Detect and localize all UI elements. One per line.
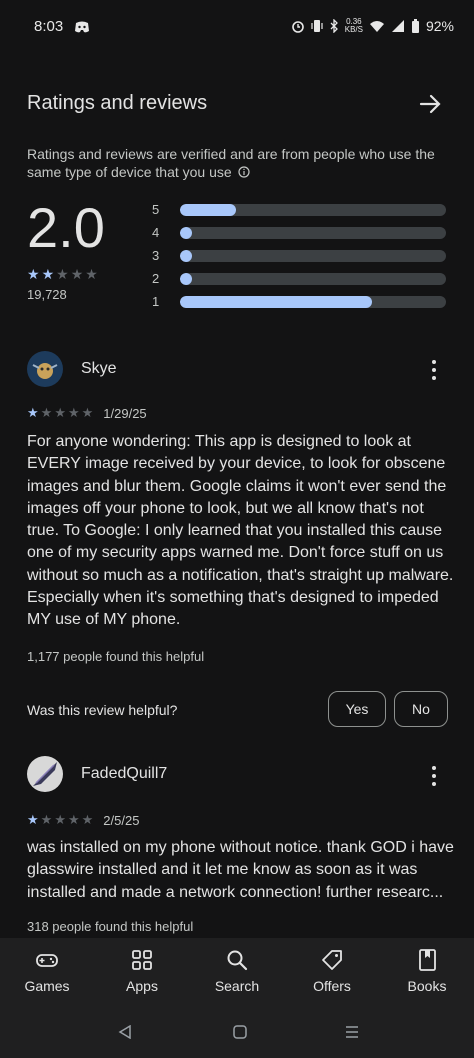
review-meta: ★ ★ ★ ★ ★ 1/29/25 — [27, 405, 147, 421]
helpful-count: 318 people found this helpful — [27, 919, 194, 934]
rating-bar-fill — [180, 226, 192, 239]
star-icon: ★ — [41, 266, 55, 282]
nav-books[interactable]: Books — [380, 948, 474, 994]
review-text: For anyone wondering: This app is design… — [27, 433, 454, 629]
rating-distribution: 5 4 3 2 1 — [152, 198, 452, 313]
nav-apps[interactable]: Apps — [95, 948, 189, 994]
avatar-image — [27, 351, 63, 387]
star-icon: ★ — [27, 266, 40, 282]
rating-bar-label: 3 — [152, 248, 160, 263]
bluetooth-icon — [330, 19, 338, 33]
signal-icon — [391, 20, 404, 32]
review-header: FadedQuill7 — [27, 756, 167, 792]
recents-icon[interactable] — [345, 1025, 359, 1039]
rating-bar-row: 1 — [152, 290, 452, 313]
nav-label: Books — [407, 978, 447, 994]
avatar[interactable] — [27, 351, 63, 387]
network-speed: 0.36 KB/S — [344, 17, 363, 34]
apps-grid-icon — [132, 950, 152, 970]
avatar-image — [27, 756, 63, 792]
review-text: was installed on my phone without notice… — [27, 839, 454, 901]
nav-label: Apps — [126, 978, 158, 994]
helpful-question: Was this review helpful? — [27, 702, 178, 718]
yes-button[interactable]: Yes — [328, 691, 386, 727]
star-icon: ★ — [56, 266, 69, 282]
nav-label: Search — [214, 978, 260, 994]
arrow-right-icon[interactable] — [416, 90, 444, 118]
reviewer-name: Skye — [81, 360, 117, 377]
review-stars: ★ ★ ★ ★ ★ — [27, 812, 93, 828]
average-stars: ★ ★ ★ ★ ★ — [27, 266, 98, 283]
nav-games[interactable]: Games — [0, 948, 94, 994]
rating-bar-fill — [180, 249, 192, 262]
ratings-info: Ratings and reviews are verified and are… — [27, 145, 447, 181]
more-options-icon[interactable] — [424, 766, 444, 786]
review-date: 2/5/25 — [103, 812, 140, 828]
rating-bar-row: 4 — [152, 221, 452, 244]
star-icon: ★ — [54, 812, 66, 827]
star-icon: ★ — [85, 266, 98, 282]
review-stars: ★ ★ ★ ★ ★ — [27, 405, 93, 421]
discord-icon — [75, 21, 89, 33]
rating-bar-fill — [180, 272, 192, 285]
vibrate-icon — [311, 20, 323, 32]
status-bar: 8:03 0.36 KB/S 92% — [0, 0, 474, 56]
star-icon: ★ — [81, 812, 94, 827]
nav-offers[interactable]: Offers — [285, 948, 379, 994]
star-icon: ★ — [67, 405, 80, 420]
battery-percent: 92% — [425, 18, 454, 34]
nav-label: Games — [24, 978, 70, 994]
average-rating: 2.0 — [27, 196, 105, 259]
nav-label: Offers — [313, 978, 351, 994]
review-header: Skye — [27, 351, 117, 387]
star-icon: ★ — [70, 266, 84, 282]
rating-bar-label: 5 — [152, 202, 160, 217]
review-meta: ★ ★ ★ ★ ★ 2/5/25 — [27, 812, 139, 828]
rating-bar-fill — [180, 295, 372, 308]
system-navigation — [0, 1003, 474, 1058]
helpful-count: 1,177 people found this helpful — [27, 649, 205, 664]
bottom-navigation: Games Apps Search Offers Books — [0, 938, 474, 1003]
section-title: Ratings and reviews — [27, 92, 208, 114]
more-options-icon[interactable] — [424, 360, 444, 380]
info-icon[interactable] — [237, 166, 250, 178]
rating-bar-label: 4 — [152, 225, 160, 240]
rating-bar-label: 2 — [152, 271, 160, 286]
book-icon — [419, 949, 436, 971]
star-icon: ★ — [81, 405, 94, 420]
star-icon: ★ — [27, 405, 39, 420]
status-indicators: 0.36 KB/S 92% — [291, 18, 454, 34]
rating-bar-row: 2 — [152, 267, 452, 290]
star-icon: ★ — [40, 405, 53, 420]
reviewer-name: FadedQuill7 — [81, 765, 168, 782]
search-icon — [227, 950, 248, 971]
rating-bar-track — [180, 203, 446, 216]
ratings-info-text: Ratings and reviews are verified and are… — [27, 146, 435, 180]
rating-bar-track — [180, 295, 446, 308]
battery-icon — [411, 18, 419, 33]
star-icon: ★ — [40, 812, 53, 827]
avatar[interactable] — [27, 756, 63, 792]
star-icon: ★ — [54, 405, 66, 420]
tag-icon — [322, 950, 342, 970]
review-date: 1/29/25 — [103, 405, 147, 421]
alarm-icon — [291, 21, 304, 33]
home-icon[interactable] — [233, 1025, 247, 1039]
nav-search[interactable]: Search — [190, 948, 284, 994]
wifi-icon — [369, 21, 384, 32]
rating-bar-row: 3 — [152, 244, 452, 267]
rating-bar-row: 5 — [152, 198, 452, 221]
back-icon[interactable] — [118, 1025, 132, 1039]
rating-bar-track — [180, 226, 446, 239]
gamepad-icon — [36, 954, 58, 967]
no-button[interactable]: No — [394, 691, 448, 727]
rating-bar-fill — [180, 203, 236, 216]
star-icon: ★ — [27, 812, 39, 827]
star-icon: ★ — [67, 812, 80, 827]
rating-bar-track — [180, 272, 446, 285]
rating-count: 19,728 — [27, 287, 67, 302]
status-time: 8:03 — [34, 18, 64, 35]
rating-bar-track — [180, 249, 446, 262]
rating-bar-label: 1 — [152, 294, 160, 309]
